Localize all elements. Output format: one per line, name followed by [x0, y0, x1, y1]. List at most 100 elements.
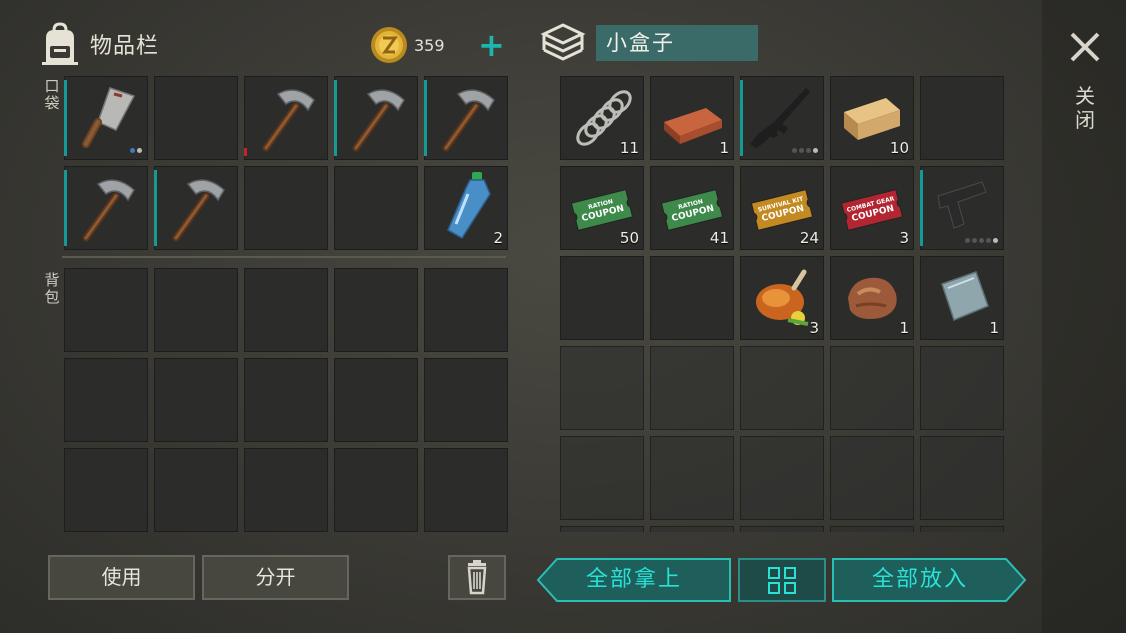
box-slot[interactable]: 10 — [830, 76, 914, 160]
backpack-slot[interactable] — [244, 448, 328, 532]
backpack-grid — [64, 268, 508, 532]
backpack-slot[interactable] — [244, 268, 328, 352]
inventory-header: 物品栏 — [40, 22, 159, 66]
pocket-slot[interactable] — [244, 76, 328, 160]
pocket-slot[interactable] — [334, 76, 418, 160]
pickaxe-icon — [162, 172, 230, 248]
delete-button[interactable] — [448, 555, 506, 600]
box-slot[interactable]: 1 — [650, 76, 734, 160]
box-slot[interactable] — [740, 526, 824, 532]
pocket-slot[interactable] — [334, 166, 418, 250]
box-slot[interactable]: COMBAT GEAR COUPON 3 — [830, 166, 914, 250]
backpack-slot[interactable] — [64, 448, 148, 532]
item-quantity: 1 — [989, 319, 999, 337]
backpack-icon — [42, 22, 78, 65]
item-quantity: 11 — [619, 139, 639, 157]
box-slot[interactable] — [920, 436, 1004, 520]
box-slot[interactable] — [920, 526, 1004, 532]
durability-bar — [64, 170, 67, 246]
box-slot[interactable] — [920, 166, 1004, 250]
attachment-dots — [792, 148, 818, 153]
split-button[interactable]: 分开 — [202, 555, 349, 600]
sort-button[interactable] — [738, 558, 826, 602]
backpack-slot[interactable] — [244, 358, 328, 442]
box-slot[interactable] — [560, 526, 644, 532]
durability-bar — [424, 80, 427, 156]
combat-gear-coupon-icon: COMBAT GEAR COUPON — [838, 172, 906, 248]
water-bottle-icon — [432, 172, 500, 248]
backpack-slot[interactable] — [334, 448, 418, 532]
cleaver-icon — [72, 82, 140, 158]
box-slot[interactable]: RATION COUPON 50 — [560, 166, 644, 250]
pickaxe-icon — [342, 82, 410, 158]
box-slot[interactable] — [830, 346, 914, 430]
box-slot[interactable]: SURVIVAL KIT COUPON 24 — [740, 166, 824, 250]
backpack-slot[interactable] — [424, 448, 508, 532]
backpack-slot[interactable] — [424, 268, 508, 352]
close-icon[interactable] — [1068, 30, 1102, 64]
backpack-label: 背包 — [44, 271, 60, 306]
box-slot[interactable] — [650, 346, 734, 430]
box-slot[interactable] — [920, 346, 1004, 430]
durability-bar — [154, 170, 157, 246]
meat-chunk-icon — [838, 262, 906, 338]
box-slot[interactable] — [650, 526, 734, 532]
pickaxe-icon — [252, 82, 320, 158]
backpack-slot[interactable] — [334, 358, 418, 442]
add-coins-button[interactable]: + — [478, 29, 505, 61]
backpack-slot[interactable] — [154, 268, 238, 352]
attachment-dots — [130, 148, 142, 153]
box-slot[interactable] — [740, 346, 824, 430]
box-slot[interactable] — [830, 436, 914, 520]
pocket-slot[interactable] — [424, 76, 508, 160]
attachment-dots — [965, 238, 998, 243]
roast-chicken-icon — [748, 262, 816, 338]
box-slot[interactable] — [650, 436, 734, 520]
box-slot[interactable] — [740, 76, 824, 160]
pocket-slot[interactable] — [244, 166, 328, 250]
pocket-slot[interactable] — [64, 166, 148, 250]
backpack-slot[interactable] — [334, 268, 418, 352]
coin-counter: 359 + — [370, 26, 505, 64]
pocket-slot[interactable] — [64, 76, 148, 160]
close-label[interactable]: 关闭 — [1072, 84, 1098, 132]
box-slot[interactable]: RATION COUPON 41 — [650, 166, 734, 250]
box-slot[interactable]: 1 — [920, 256, 1004, 340]
box-slot[interactable] — [740, 436, 824, 520]
grid-sort-icon — [738, 558, 826, 602]
durability-bar — [920, 170, 923, 246]
box-slot[interactable] — [920, 76, 1004, 160]
put-all-label: 全部放入 — [871, 567, 968, 592]
box-name-field[interactable]: 小盒子 — [596, 25, 758, 61]
pocket-slot[interactable]: 2 — [424, 166, 508, 250]
box-slot[interactable]: 3 — [740, 256, 824, 340]
backpack-slot[interactable] — [154, 448, 238, 532]
backpack-slot[interactable] — [64, 358, 148, 442]
backpack-slot[interactable] — [64, 268, 148, 352]
box-slot[interactable] — [560, 436, 644, 520]
backpack-slot[interactable] — [424, 358, 508, 442]
backpack-slot[interactable] — [154, 358, 238, 442]
coin-amount: 359 — [414, 35, 445, 55]
box-slot[interactable]: 11 — [560, 76, 644, 160]
item-quantity: 1 — [719, 139, 729, 157]
take-all-button[interactable]: 全部拿上 — [537, 558, 731, 602]
box-slot[interactable] — [830, 526, 914, 532]
use-button[interactable]: 使用 — [48, 555, 195, 600]
put-all-button[interactable]: 全部放入 — [832, 558, 1026, 602]
pocket-label: 口袋 — [44, 77, 60, 112]
durability-bar — [64, 80, 67, 156]
pocket-slot[interactable] — [154, 166, 238, 250]
item-quantity: 3 — [809, 319, 819, 337]
box-slot[interactable]: 1 — [830, 256, 914, 340]
coin-icon — [371, 27, 407, 63]
item-quantity: 1 — [899, 319, 909, 337]
box-stack-icon — [540, 23, 586, 61]
item-quantity: 2 — [493, 229, 503, 247]
box-slot[interactable] — [650, 256, 734, 340]
durability-bar — [244, 148, 247, 156]
copper-ingot-icon — [658, 82, 726, 158]
box-slot[interactable] — [560, 346, 644, 430]
box-slot[interactable] — [560, 256, 644, 340]
pocket-slot[interactable] — [154, 76, 238, 160]
